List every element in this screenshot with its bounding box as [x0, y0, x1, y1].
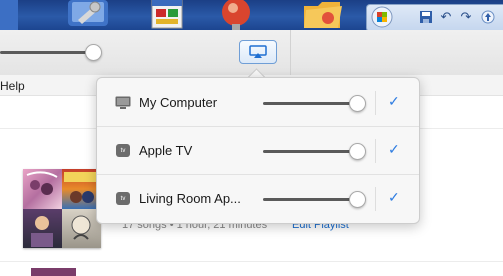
content-divider-bottom: [0, 261, 503, 262]
volume-slider-knob[interactable]: [85, 44, 102, 61]
airplay-button[interactable]: [239, 40, 277, 64]
up-arrow-icon[interactable]: [480, 9, 496, 25]
quick-access-toolbar: ↶ ↷: [366, 4, 503, 32]
device-volume-track[interactable]: [263, 198, 355, 201]
next-playlist-artwork[interactable]: [31, 268, 76, 276]
redo-icon[interactable]: ↷: [458, 9, 474, 25]
folder-icon[interactable]: [300, 0, 344, 30]
device-name: Apple TV: [139, 143, 193, 158]
computer-icon: [115, 96, 131, 115]
menu-help[interactable]: Help: [0, 79, 25, 93]
device-volume-track[interactable]: [263, 150, 355, 153]
appletv-icon: tv: [116, 192, 130, 205]
row-divider: [375, 91, 376, 115]
undo-icon[interactable]: ↶: [438, 9, 454, 25]
row-divider: [375, 187, 376, 211]
airplay-icon: [249, 45, 267, 58]
toolbar-divider: [290, 30, 291, 75]
appletv-icon: tv: [116, 144, 130, 157]
device-volume-knob[interactable]: [349, 95, 366, 112]
row-divider: [375, 139, 376, 163]
device-name: My Computer: [139, 95, 218, 110]
device-volume-knob[interactable]: [349, 191, 366, 208]
playlist-artwork[interactable]: [23, 169, 101, 248]
app-icon[interactable]: [0, 0, 18, 30]
appletv-badge: tv: [116, 192, 130, 205]
save-icon[interactable]: [418, 9, 434, 25]
device-volume-knob[interactable]: [349, 143, 366, 160]
appletv-badge: tv: [116, 144, 130, 157]
wrench-tool-icon[interactable]: [64, 0, 112, 30]
checkmark-icon[interactable]: ✓: [388, 189, 400, 206]
volume-slider-track[interactable]: [0, 51, 93, 54]
device-name: Living Room Ap...: [139, 191, 241, 206]
device-row-living-room[interactable]: tv Living Room Ap... ✓: [97, 175, 419, 222]
window-app-icon[interactable]: [150, 0, 184, 30]
device-volume-track[interactable]: [263, 102, 355, 105]
device-row-apple-tv[interactable]: tv Apple TV ✓: [97, 127, 419, 174]
checkmark-icon[interactable]: ✓: [388, 93, 400, 110]
device-row-my-computer[interactable]: My Computer ✓: [97, 79, 419, 126]
airplay-popover: My Computer ✓ tv Apple TV ✓ tv Living Ro…: [96, 77, 420, 224]
office-logo-icon[interactable]: [371, 6, 393, 28]
checkmark-icon[interactable]: ✓: [388, 141, 400, 158]
globe-icon[interactable]: [218, 0, 254, 30]
